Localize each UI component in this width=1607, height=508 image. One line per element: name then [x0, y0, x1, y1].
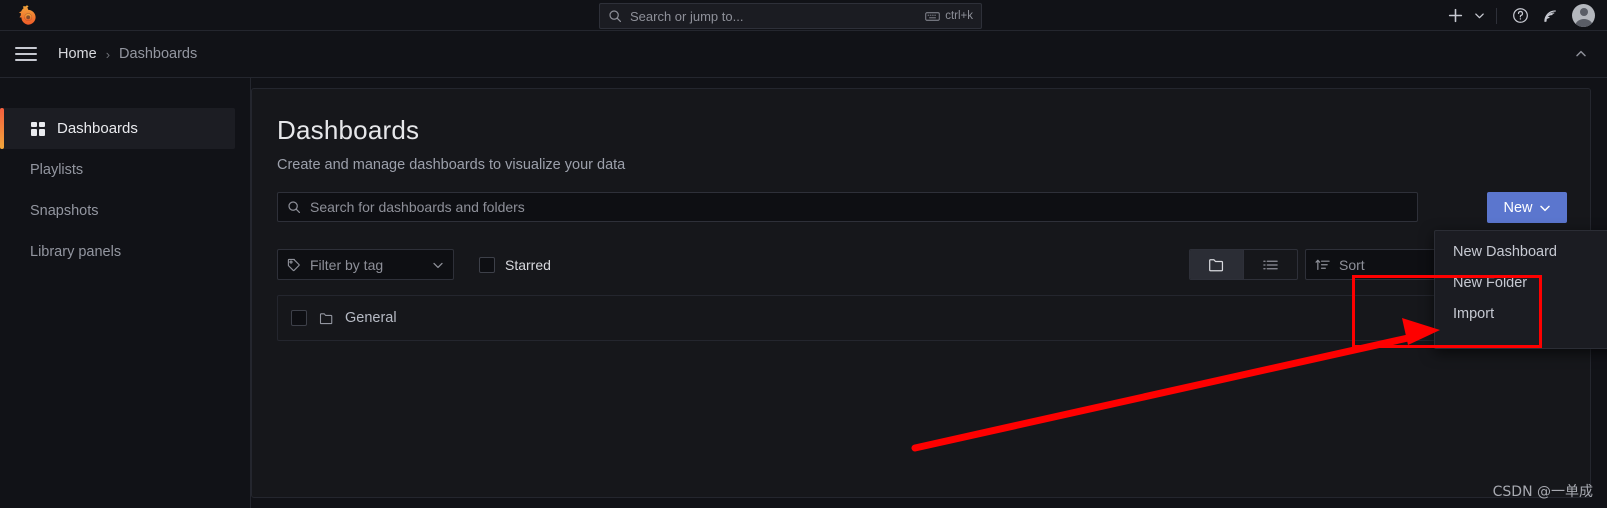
- sidebar-item-snapshots[interactable]: Snapshots: [0, 190, 250, 231]
- hamburger-menu-icon[interactable]: [15, 42, 39, 66]
- chevron-down-icon: [433, 262, 443, 268]
- breadcrumb-bar: Home › Dashboards: [0, 31, 1607, 78]
- list-view-button[interactable]: [1244, 250, 1297, 279]
- sidebar-label-snapshots: Snapshots: [30, 202, 99, 219]
- tag-icon: [287, 258, 300, 271]
- apps-grid-icon: [31, 121, 45, 136]
- global-search-input[interactable]: Search or jump to... ctrl+k: [599, 3, 982, 29]
- menu-item-label: Import: [1453, 305, 1495, 322]
- page-title: Dashboards: [277, 115, 420, 145]
- create-menu-button[interactable]: [1440, 1, 1488, 31]
- breadcrumb-separator: ›: [105, 46, 111, 62]
- folder-icon: [319, 312, 333, 324]
- rss-icon: [1544, 9, 1556, 22]
- create-menu-chevron[interactable]: [1470, 1, 1488, 31]
- menu-item-label: New Dashboard: [1453, 243, 1557, 260]
- filter-by-tag-label: Filter by tag: [310, 256, 384, 273]
- watermark-text: CSDN @一单成: [1492, 484, 1593, 500]
- sidebar-active-indicator: [0, 108, 4, 149]
- grafana-logo-link[interactable]: [0, 4, 56, 26]
- sidebar-item-dashboards[interactable]: Dashboards: [0, 108, 235, 149]
- dashboard-search-input[interactable]: Search for dashboards and folders: [277, 192, 1418, 222]
- global-search-placeholder: Search or jump to...: [630, 8, 744, 24]
- sidebar-label-playlists: Playlists: [30, 161, 84, 178]
- dashboard-results-list: General: [277, 295, 1567, 341]
- user-avatar[interactable]: [1572, 4, 1595, 27]
- chevron-down-icon: [1474, 13, 1484, 19]
- folder-icon: [1209, 258, 1224, 271]
- sort-label: Sort: [1339, 256, 1365, 273]
- sidebar-label-library-panels: Library panels: [30, 243, 122, 260]
- new-dropdown-menu: New Dashboard New Folder Import: [1434, 230, 1607, 349]
- sidebar-label-dashboards: Dashboards: [57, 120, 138, 137]
- plus-icon: [1448, 8, 1462, 23]
- chevron-up-icon: [1576, 50, 1586, 57]
- sidebar-item-library-panels[interactable]: Library panels: [0, 231, 250, 272]
- new-button[interactable]: New: [1487, 192, 1567, 223]
- folder-row-label: General: [345, 310, 397, 326]
- folder-row-checkbox[interactable]: [291, 310, 307, 326]
- view-mode-toggle: [1189, 249, 1298, 280]
- plus-button[interactable]: [1440, 1, 1470, 31]
- search-shortcut-hint: ctrl+k: [925, 10, 973, 22]
- top-nav-actions: [1440, 0, 1595, 31]
- dashboards-page-panel: Dashboards Create and manage dashboards …: [251, 88, 1591, 498]
- page-subtitle: Create and manage dashboards to visualiz…: [277, 157, 626, 173]
- grafana-logo-icon: [19, 5, 36, 25]
- chevron-down-icon: [1539, 205, 1550, 211]
- top-navigation-bar: Search or jump to... ctrl+k: [0, 0, 1607, 31]
- filter-by-tag-select[interactable]: Filter by tag: [277, 249, 454, 280]
- sidebar-item-playlists[interactable]: Playlists: [0, 149, 250, 190]
- new-button-label: New: [1503, 199, 1533, 216]
- starred-checkbox[interactable]: [479, 256, 495, 273]
- list-item[interactable]: General: [278, 296, 1566, 340]
- menu-item-import[interactable]: Import: [1435, 298, 1607, 329]
- menu-item-new-dashboard[interactable]: New Dashboard: [1435, 236, 1607, 267]
- news-button[interactable]: [1535, 1, 1565, 31]
- starred-label: Starred: [505, 256, 551, 273]
- menu-footer-spacer: [1435, 329, 1607, 339]
- breadcrumb-item-dashboards[interactable]: Dashboards: [119, 46, 197, 62]
- search-shortcut-label: ctrl+k: [945, 10, 973, 22]
- menu-item-new-folder[interactable]: New Folder: [1435, 267, 1607, 298]
- help-button[interactable]: [1505, 1, 1535, 31]
- sort-amount-icon: [1315, 259, 1330, 270]
- sidebar-navigation: Dashboards Playlists Snapshots Library p…: [0, 78, 251, 508]
- search-icon: [288, 201, 301, 214]
- list-icon: [1263, 260, 1278, 269]
- menu-item-label: New Folder: [1453, 274, 1528, 291]
- dashboard-search-placeholder: Search for dashboards and folders: [310, 199, 525, 215]
- nav-divider: [1496, 7, 1497, 24]
- search-icon: [609, 10, 622, 23]
- filter-row: Filter by tag Starred: [277, 249, 551, 280]
- collapse-section-button[interactable]: [1569, 42, 1593, 66]
- starred-filter[interactable]: Starred: [479, 256, 551, 273]
- keyboard-icon: [925, 11, 940, 21]
- folder-view-button[interactable]: [1190, 250, 1243, 279]
- question-circle-icon: [1512, 8, 1528, 23]
- breadcrumb-item-home[interactable]: Home: [58, 46, 97, 62]
